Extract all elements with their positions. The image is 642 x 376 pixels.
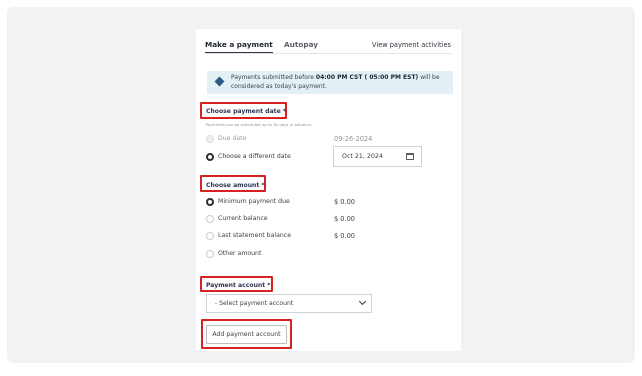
last-statement-label: Last statement balance bbox=[218, 232, 292, 239]
payment-account-select-value: - Select payment account bbox=[215, 300, 294, 307]
payment-form-card: Make a payment Autopay View payment acti… bbox=[196, 29, 461, 351]
add-payment-account-button[interactable]: Add payment account bbox=[206, 325, 287, 344]
other-amount-radio[interactable] bbox=[206, 250, 214, 258]
view-payment-activities-link[interactable]: View payment activities bbox=[372, 41, 451, 49]
payment-date-title: Choose payment date * bbox=[206, 108, 287, 115]
add-payment-account-label: Add payment account bbox=[212, 331, 281, 338]
last-statement-radio[interactable] bbox=[206, 232, 214, 240]
current-balance-label: Current balance bbox=[218, 215, 268, 222]
payment-date-value: Oct 21, 2024 bbox=[342, 153, 383, 160]
minimum-payment-radio[interactable] bbox=[206, 198, 214, 206]
last-statement-value: $ 0.00 bbox=[334, 232, 355, 240]
payment-account-title: Payment account * bbox=[206, 282, 271, 289]
calendar-icon[interactable] bbox=[406, 153, 414, 160]
due-date-value: 09-26-2024 bbox=[334, 135, 373, 143]
different-date-radio[interactable] bbox=[206, 153, 214, 161]
tab-autopay[interactable]: Autopay bbox=[284, 40, 318, 49]
info-diamond-icon bbox=[214, 76, 225, 87]
page-background: Make a payment Autopay View payment acti… bbox=[7, 7, 635, 363]
minimum-payment-value: $ 0.00 bbox=[334, 198, 355, 206]
minimum-payment-label: Minimum payment due bbox=[218, 198, 290, 205]
other-amount-label: Other amount bbox=[218, 250, 262, 257]
tabs-divider bbox=[205, 53, 452, 54]
chevron-down-icon bbox=[358, 297, 367, 306]
payment-date-input[interactable]: Oct 21, 2024 bbox=[333, 146, 422, 167]
info-banner: Payments submitted before 04:00 PM CST (… bbox=[207, 71, 453, 94]
amount-title: Choose amount * bbox=[206, 182, 265, 189]
info-banner-text: Payments submitted before 04:00 PM CST (… bbox=[231, 74, 440, 90]
current-balance-radio[interactable] bbox=[206, 215, 214, 223]
current-balance-value: $ 0.00 bbox=[334, 215, 355, 223]
due-date-label: Due date bbox=[218, 135, 247, 142]
different-date-label: Choose a different date bbox=[218, 153, 291, 160]
due-date-radio[interactable] bbox=[206, 135, 214, 143]
payment-account-select[interactable]: - Select payment account bbox=[206, 294, 372, 313]
tab-make-payment[interactable]: Make a payment bbox=[205, 40, 273, 49]
payment-date-hint: Payments can be scheduled up to 30 days … bbox=[206, 122, 313, 127]
